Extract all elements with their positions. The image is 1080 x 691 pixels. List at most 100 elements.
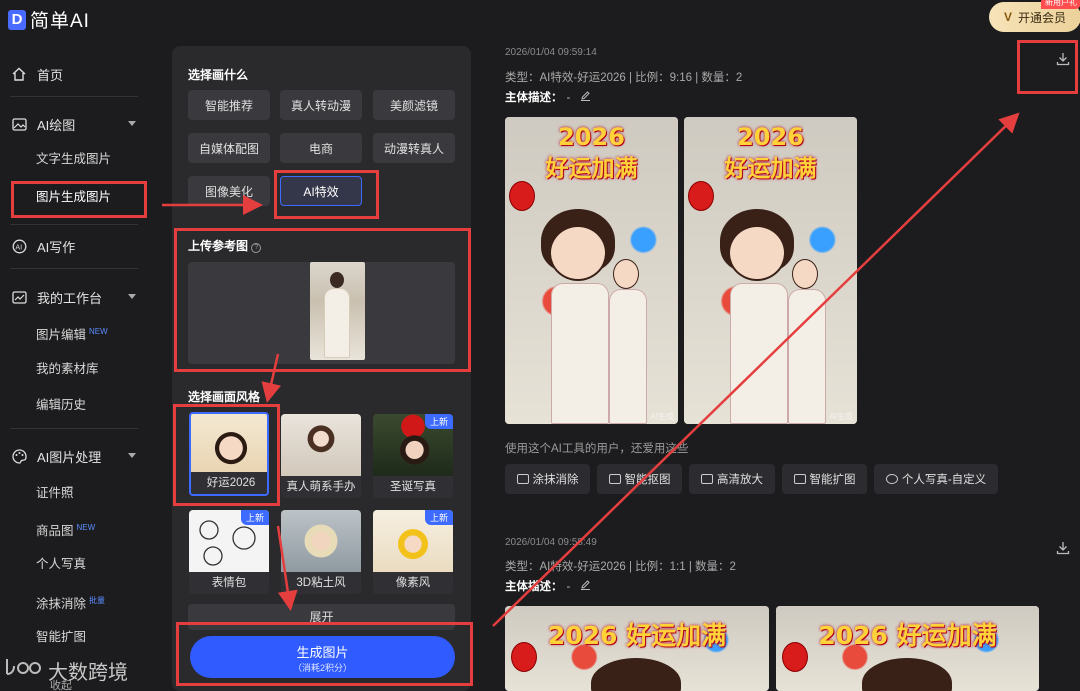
subject-label: 主体描述：: [505, 92, 563, 104]
annotation-box: [173, 404, 280, 506]
result-time: 2026/01/04 09:58:49: [505, 537, 597, 548]
sidebar-item-label: 我的工作台: [37, 290, 103, 306]
option-real-to-anime[interactable]: 真人转动漫: [280, 90, 362, 120]
tool-upscale-button[interactable]: 高清放大: [689, 464, 775, 494]
option-beautify[interactable]: 图像美化: [188, 176, 270, 206]
style-label: 圣诞写真: [373, 476, 453, 498]
sidebar-item-label: 涂抹消除: [36, 597, 87, 612]
brand-logo[interactable]: D 简单AI: [8, 6, 90, 33]
lantern-icon: [511, 642, 537, 672]
new-badge: NEW: [89, 327, 108, 336]
vip-button[interactable]: V 开通会员 新用户礼: [989, 0, 1080, 32]
style-label: 真人萌系手办: [281, 476, 361, 498]
sidebar-item-portrait[interactable]: 个人写真: [36, 552, 86, 576]
photo-dress: [788, 289, 826, 424]
sidebar-item-erase[interactable]: 涂抹消除 批量: [36, 589, 105, 613]
option-beauty-filter[interactable]: 美颜滤镜: [373, 90, 455, 120]
sidebar-item-img-process[interactable]: AI图片处理: [0, 441, 160, 471]
watermark-logo-icon: [4, 656, 44, 685]
option-ecommerce[interactable]: 电商: [280, 133, 362, 163]
lantern-icon: [782, 642, 808, 672]
new-badge: 上新: [240, 510, 269, 525]
sidebar-item-label: AI绘图: [37, 117, 76, 133]
sidebar: D 简单AI 首页 AI绘图 文字生成图片 图片生成图片 AI AI写作 我的工…: [0, 0, 160, 691]
tool-erase-button[interactable]: 涂抹消除: [505, 464, 590, 494]
result-subject: 主体描述： -: [505, 89, 591, 105]
poster-year: 2026: [547, 621, 618, 650]
result-image[interactable]: 2026 好运加满: [776, 606, 1039, 691]
result-image[interactable]: 2026 好运加满 AI生成: [505, 117, 678, 424]
tool-label: 智能扩图: [809, 474, 856, 486]
section-title-what: 选择画什么: [188, 68, 249, 82]
style-card-clay-3d[interactable]: 3D粘土风: [281, 510, 361, 594]
poster-slogan: 好运加满: [545, 156, 638, 182]
sidebar-item-ai-write[interactable]: AI AI写作: [0, 231, 160, 261]
sidebar-item-ai-draw[interactable]: AI绘图: [0, 109, 160, 139]
section-title-style: 选择画面风格: [188, 390, 261, 404]
poster-title: 2026 好运加满: [505, 616, 769, 652]
style-card-christmas[interactable]: 上新 圣诞写真: [373, 414, 453, 498]
annotation-box: [11, 181, 147, 218]
sidebar-item-history[interactable]: 编辑历史: [36, 393, 86, 417]
palette-icon: [11, 448, 27, 464]
divider: [10, 96, 138, 97]
option-media[interactable]: 自媒体配图: [188, 133, 270, 163]
new-badge: 上新: [424, 414, 453, 429]
tool-label: 个人写真-自定义: [901, 474, 987, 486]
hd-icon: [701, 474, 713, 484]
sidebar-item-id-photo[interactable]: 证件照: [36, 481, 74, 505]
style-card-pixel[interactable]: 上新 像素风: [373, 510, 453, 594]
sidebar-item-assets[interactable]: 我的素材库: [36, 357, 99, 381]
poster-title: 2026 好运加满: [776, 616, 1039, 652]
style-card-sticker[interactable]: 上新 表情包: [189, 510, 269, 594]
cutout-icon: [608, 474, 621, 484]
tool-expand-button[interactable]: 智能扩图: [782, 464, 867, 494]
sidebar-item-expand-image[interactable]: 智能扩图: [36, 625, 86, 649]
ai-write-icon: AI: [11, 238, 27, 254]
divider: [10, 224, 138, 225]
tool-cutout-button[interactable]: 智能抠图: [597, 464, 682, 494]
watermark-text: 大数跨境: [48, 662, 128, 684]
chevron-down-icon: [128, 121, 136, 126]
photo-face: [792, 259, 818, 289]
result-image[interactable]: 2026 好运加满: [505, 606, 769, 691]
image-icon: [11, 116, 27, 132]
eraser-icon: [516, 474, 529, 484]
sidebar-item-label: 首页: [37, 67, 64, 83]
download-icon[interactable]: [1056, 541, 1072, 557]
style-label: 表情包: [189, 572, 269, 594]
result-time: 2026/01/04 09:59:14: [505, 47, 597, 58]
edit-icon[interactable]: [580, 580, 591, 593]
vip-crown-icon: V: [1003, 10, 1012, 24]
divider: [10, 428, 138, 429]
subject-value: -: [566, 92, 571, 104]
sidebar-item-image-edit[interactable]: 图片编辑 NEW: [36, 320, 108, 344]
sidebar-item-label: 图片编辑: [36, 328, 87, 343]
tool-portrait-button[interactable]: 个人写真-自定义: [874, 464, 998, 494]
poster-slogan: 好运加满: [896, 621, 997, 650]
ai-watermark: AI生成: [829, 412, 853, 421]
result-meta: 类型：AI特效-好运2026 | 比例：1:1 | 数量：2: [505, 561, 736, 573]
option-anime-to-real[interactable]: 动漫转真人: [373, 133, 455, 163]
sidebar-item-text-to-image[interactable]: 文字生成图片: [36, 147, 111, 171]
result-image[interactable]: 2026 好运加满 AI生成: [684, 117, 857, 424]
chevron-down-icon: [128, 453, 136, 458]
divider: [10, 268, 138, 269]
sidebar-item-home[interactable]: 首页: [0, 59, 160, 89]
style-card-figurine[interactable]: 真人萌系手办: [281, 414, 361, 498]
new-badge: NEW: [76, 523, 96, 532]
brand-mark: D: [8, 9, 26, 30]
subject-label: 主体描述：: [505, 581, 563, 593]
annotation-box: [274, 170, 379, 219]
brand-name: 简单AI: [30, 11, 90, 32]
style-thumbnail: [281, 510, 361, 572]
edit-icon[interactable]: [580, 91, 591, 104]
sidebar-item-workspace[interactable]: 我的工作台: [0, 282, 160, 312]
sidebar-item-product[interactable]: 商品图 NEW: [36, 516, 95, 540]
photo-dress: [609, 289, 647, 424]
generation-panel: 选择画什么 智能推荐 真人转动漫 美颜滤镜 自媒体配图 电商 动漫转真人 图像美…: [172, 46, 473, 691]
option-smart[interactable]: 智能推荐: [188, 90, 270, 120]
subject-value: -: [566, 581, 571, 593]
poster-year: 2026: [737, 123, 804, 151]
svg-text:AI: AI: [15, 243, 22, 251]
